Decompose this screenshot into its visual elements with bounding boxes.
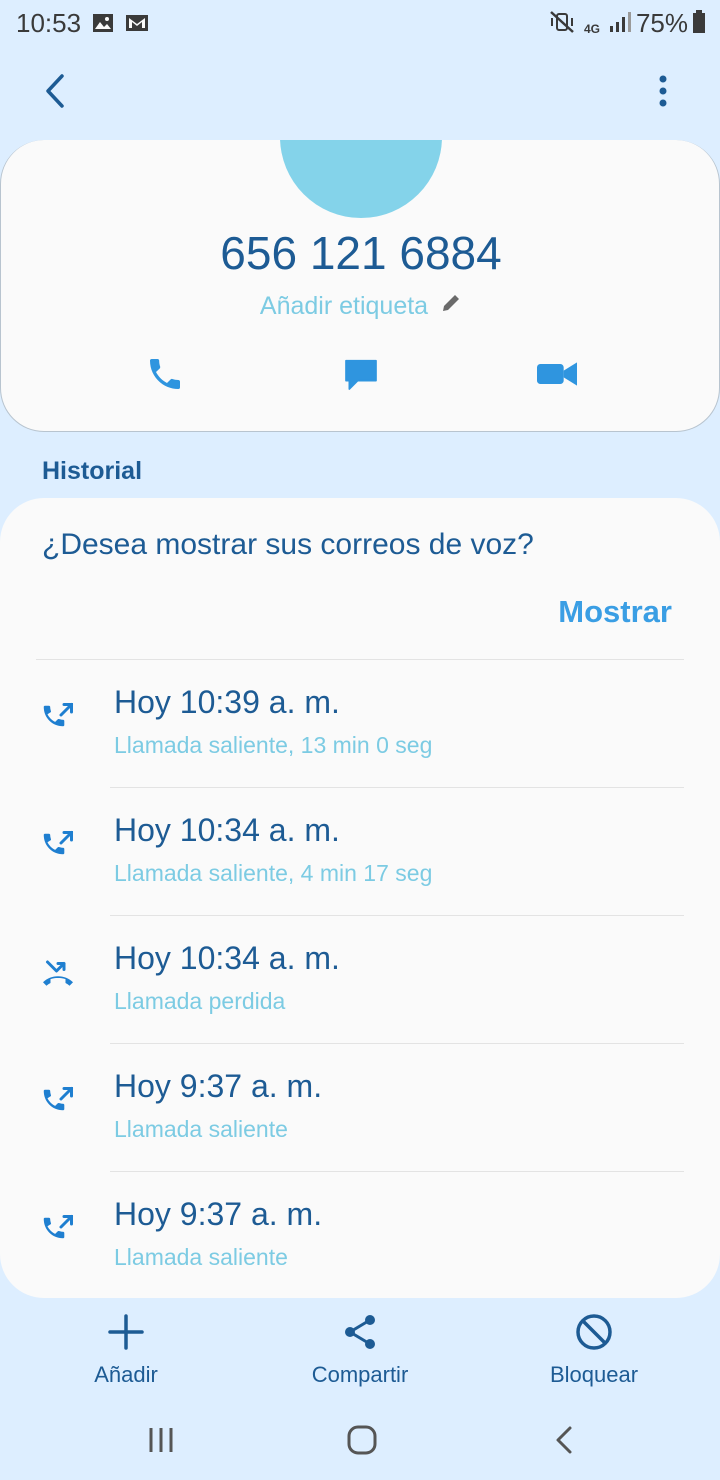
- voicemail-prompt: ¿Desea mostrar sus correos de voz?: [42, 528, 534, 561]
- share-icon: [270, 1310, 450, 1354]
- call-time: Hoy 9:37 a. m.: [114, 1068, 323, 1104]
- nav-back-icon[interactable]: [550, 1420, 578, 1465]
- battery-icon: [692, 10, 706, 41]
- call-button[interactable]: [145, 354, 185, 399]
- missed-call-icon: [40, 956, 76, 997]
- history-card: ¿Desea mostrar sus correos de voz? Mostr…: [0, 498, 720, 1298]
- outgoing-call-icon: [40, 1084, 76, 1125]
- outgoing-call-icon: [40, 700, 76, 741]
- add-label-text: Añadir etiqueta: [259, 292, 429, 320]
- avatar: [280, 140, 442, 218]
- gmail-notification-icon: [125, 10, 149, 41]
- call-detail: Llamada saliente: [114, 1244, 288, 1270]
- call-log-row[interactable]: Hoy 9:37 a. m. Llamada saliente: [0, 1172, 720, 1298]
- outgoing-call-icon: [40, 1212, 76, 1253]
- network-type: 4G: [584, 22, 601, 36]
- history-title: Historial: [42, 457, 143, 485]
- call-log-row[interactable]: Hoy 9:37 a. m. Llamada saliente: [0, 1044, 720, 1172]
- more-options-icon[interactable]: [652, 74, 674, 115]
- call-time: Hoy 10:34 a. m.: [114, 940, 340, 976]
- call-detail: Llamada perdida: [114, 988, 286, 1014]
- call-log-row[interactable]: Hoy 10:39 a. m. Llamada saliente, 13 min…: [0, 660, 720, 788]
- call-time: Hoy 9:37 a. m.: [114, 1196, 323, 1232]
- pencil-icon: [428, 292, 462, 321]
- call-log-row[interactable]: Hoy 10:34 a. m. Llamada perdida: [0, 916, 720, 1044]
- call-time: Hoy 10:34 a. m.: [114, 812, 340, 848]
- phone-number: 656 121 6884: [220, 227, 502, 279]
- add-contact-label: Añadir: [94, 1362, 158, 1387]
- show-voicemail-button[interactable]: Mostrar: [558, 594, 672, 630]
- message-button[interactable]: [341, 354, 381, 399]
- battery-level: 75%: [635, 8, 688, 38]
- block-button[interactable]: Bloquear: [504, 1310, 684, 1388]
- gallery-notification-icon: [92, 10, 114, 41]
- call-time: Hoy 10:39 a. m.: [114, 684, 340, 720]
- call-detail: Llamada saliente, 4 min 17 seg: [114, 860, 433, 886]
- call-detail: Llamada saliente: [114, 1116, 288, 1142]
- back-arrow-icon[interactable]: [38, 72, 72, 115]
- signal-icon: [608, 10, 632, 41]
- call-detail: Llamada saliente, 13 min 0 seg: [114, 732, 433, 758]
- block-icon: [504, 1310, 684, 1354]
- status-bar: 10:53 4G 75%: [0, 0, 720, 46]
- add-label-button[interactable]: Añadir etiqueta: [1, 292, 719, 321]
- outgoing-call-icon: [40, 828, 76, 869]
- video-call-button[interactable]: [535, 354, 579, 399]
- add-contact-button[interactable]: Añadir: [36, 1310, 216, 1388]
- home-icon[interactable]: [344, 1420, 380, 1465]
- contact-card: 656 121 6884 Añadir etiqueta: [0, 140, 720, 432]
- block-label: Bloquear: [549, 1362, 639, 1387]
- call-log-row[interactable]: Hoy 10:34 a. m. Llamada saliente, 4 min …: [0, 788, 720, 916]
- mute-vibrate-icon: [549, 10, 575, 41]
- share-label: Compartir: [311, 1362, 409, 1387]
- status-time: 10:53: [16, 8, 82, 38]
- plus-icon: [36, 1310, 216, 1354]
- recent-apps-icon[interactable]: [146, 1420, 176, 1465]
- share-button[interactable]: Compartir: [270, 1310, 450, 1388]
